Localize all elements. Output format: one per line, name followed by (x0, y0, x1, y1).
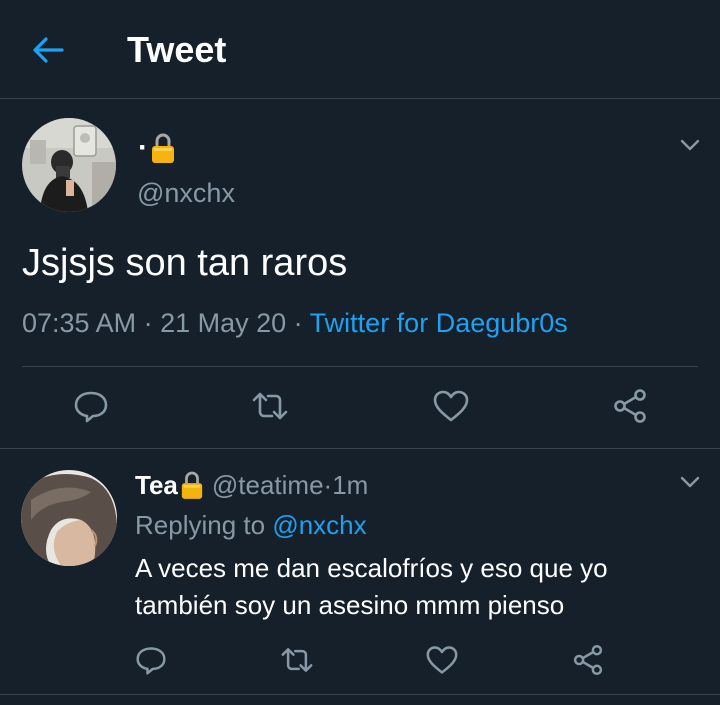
header-bar: Tweet (0, 0, 720, 99)
retweet-button[interactable] (277, 640, 317, 680)
divider (0, 448, 720, 449)
tweet-meta: 07:35 AM · 21 May 20 · Twitter for Daegu… (22, 308, 568, 339)
retweet-button[interactable] (250, 386, 290, 426)
tweet-text: Jsjsjs son tan raros (22, 242, 348, 284)
reply-author-handle[interactable]: @teatime (212, 470, 324, 501)
reply-button[interactable] (131, 640, 171, 680)
back-button[interactable] (28, 32, 68, 68)
tweet-source-link[interactable]: Twitter for Daegubr0s (310, 308, 568, 338)
mention-link[interactable]: @nxchx (272, 510, 366, 540)
meta-separator: · (323, 469, 333, 500)
reply-text: A veces me dan escalofríos y eso que yo … (135, 550, 695, 624)
like-button[interactable] (431, 386, 471, 426)
chevron-down-icon[interactable] (678, 133, 702, 157)
reply-text-line: A veces me dan escalofríos y eso que yo (135, 553, 608, 583)
reply-time: 1m (332, 469, 369, 500)
chevron-down-icon[interactable] (678, 470, 702, 494)
meta-separator: · (136, 308, 161, 338)
reply-avatar[interactable] (21, 470, 117, 566)
share-icon (573, 644, 603, 676)
retweet-icon (281, 648, 313, 672)
back-arrow-icon (33, 37, 64, 63)
lock-icon (152, 133, 174, 163)
meta-separator: · (286, 308, 310, 338)
divider (0, 694, 720, 695)
replying-to: Replying to @nxchx (135, 510, 367, 541)
author-name-row[interactable]: · (138, 128, 176, 168)
reply-text-line: también soy un asesino mmm pienso (135, 590, 565, 620)
tweet-time: 07:35 AM (22, 308, 137, 338)
page-title: Tweet (127, 29, 227, 70)
avatar[interactable] (22, 118, 116, 212)
share-button[interactable] (568, 640, 608, 680)
divider (22, 366, 698, 367)
reply-icon (136, 647, 166, 675)
author-name: · (138, 131, 148, 164)
share-button[interactable] (610, 386, 650, 426)
like-icon (433, 390, 469, 422)
reply-header: Tea @teatime · 1m (135, 467, 368, 503)
reply-author-name[interactable]: Tea (135, 470, 178, 501)
reply-avatar-photo (21, 470, 117, 566)
reply-button[interactable] (71, 386, 111, 426)
like-button[interactable] (422, 640, 462, 680)
author-handle[interactable]: @nxchx (137, 178, 235, 209)
replying-prefix: Replying to (135, 510, 273, 540)
reply-icon (74, 391, 108, 423)
tweet-date: 21 May 20 (160, 308, 287, 338)
lock-icon (181, 471, 203, 499)
share-icon (614, 389, 646, 423)
retweet-icon (252, 392, 288, 420)
like-icon (426, 646, 458, 674)
avatar-photo (22, 118, 116, 212)
